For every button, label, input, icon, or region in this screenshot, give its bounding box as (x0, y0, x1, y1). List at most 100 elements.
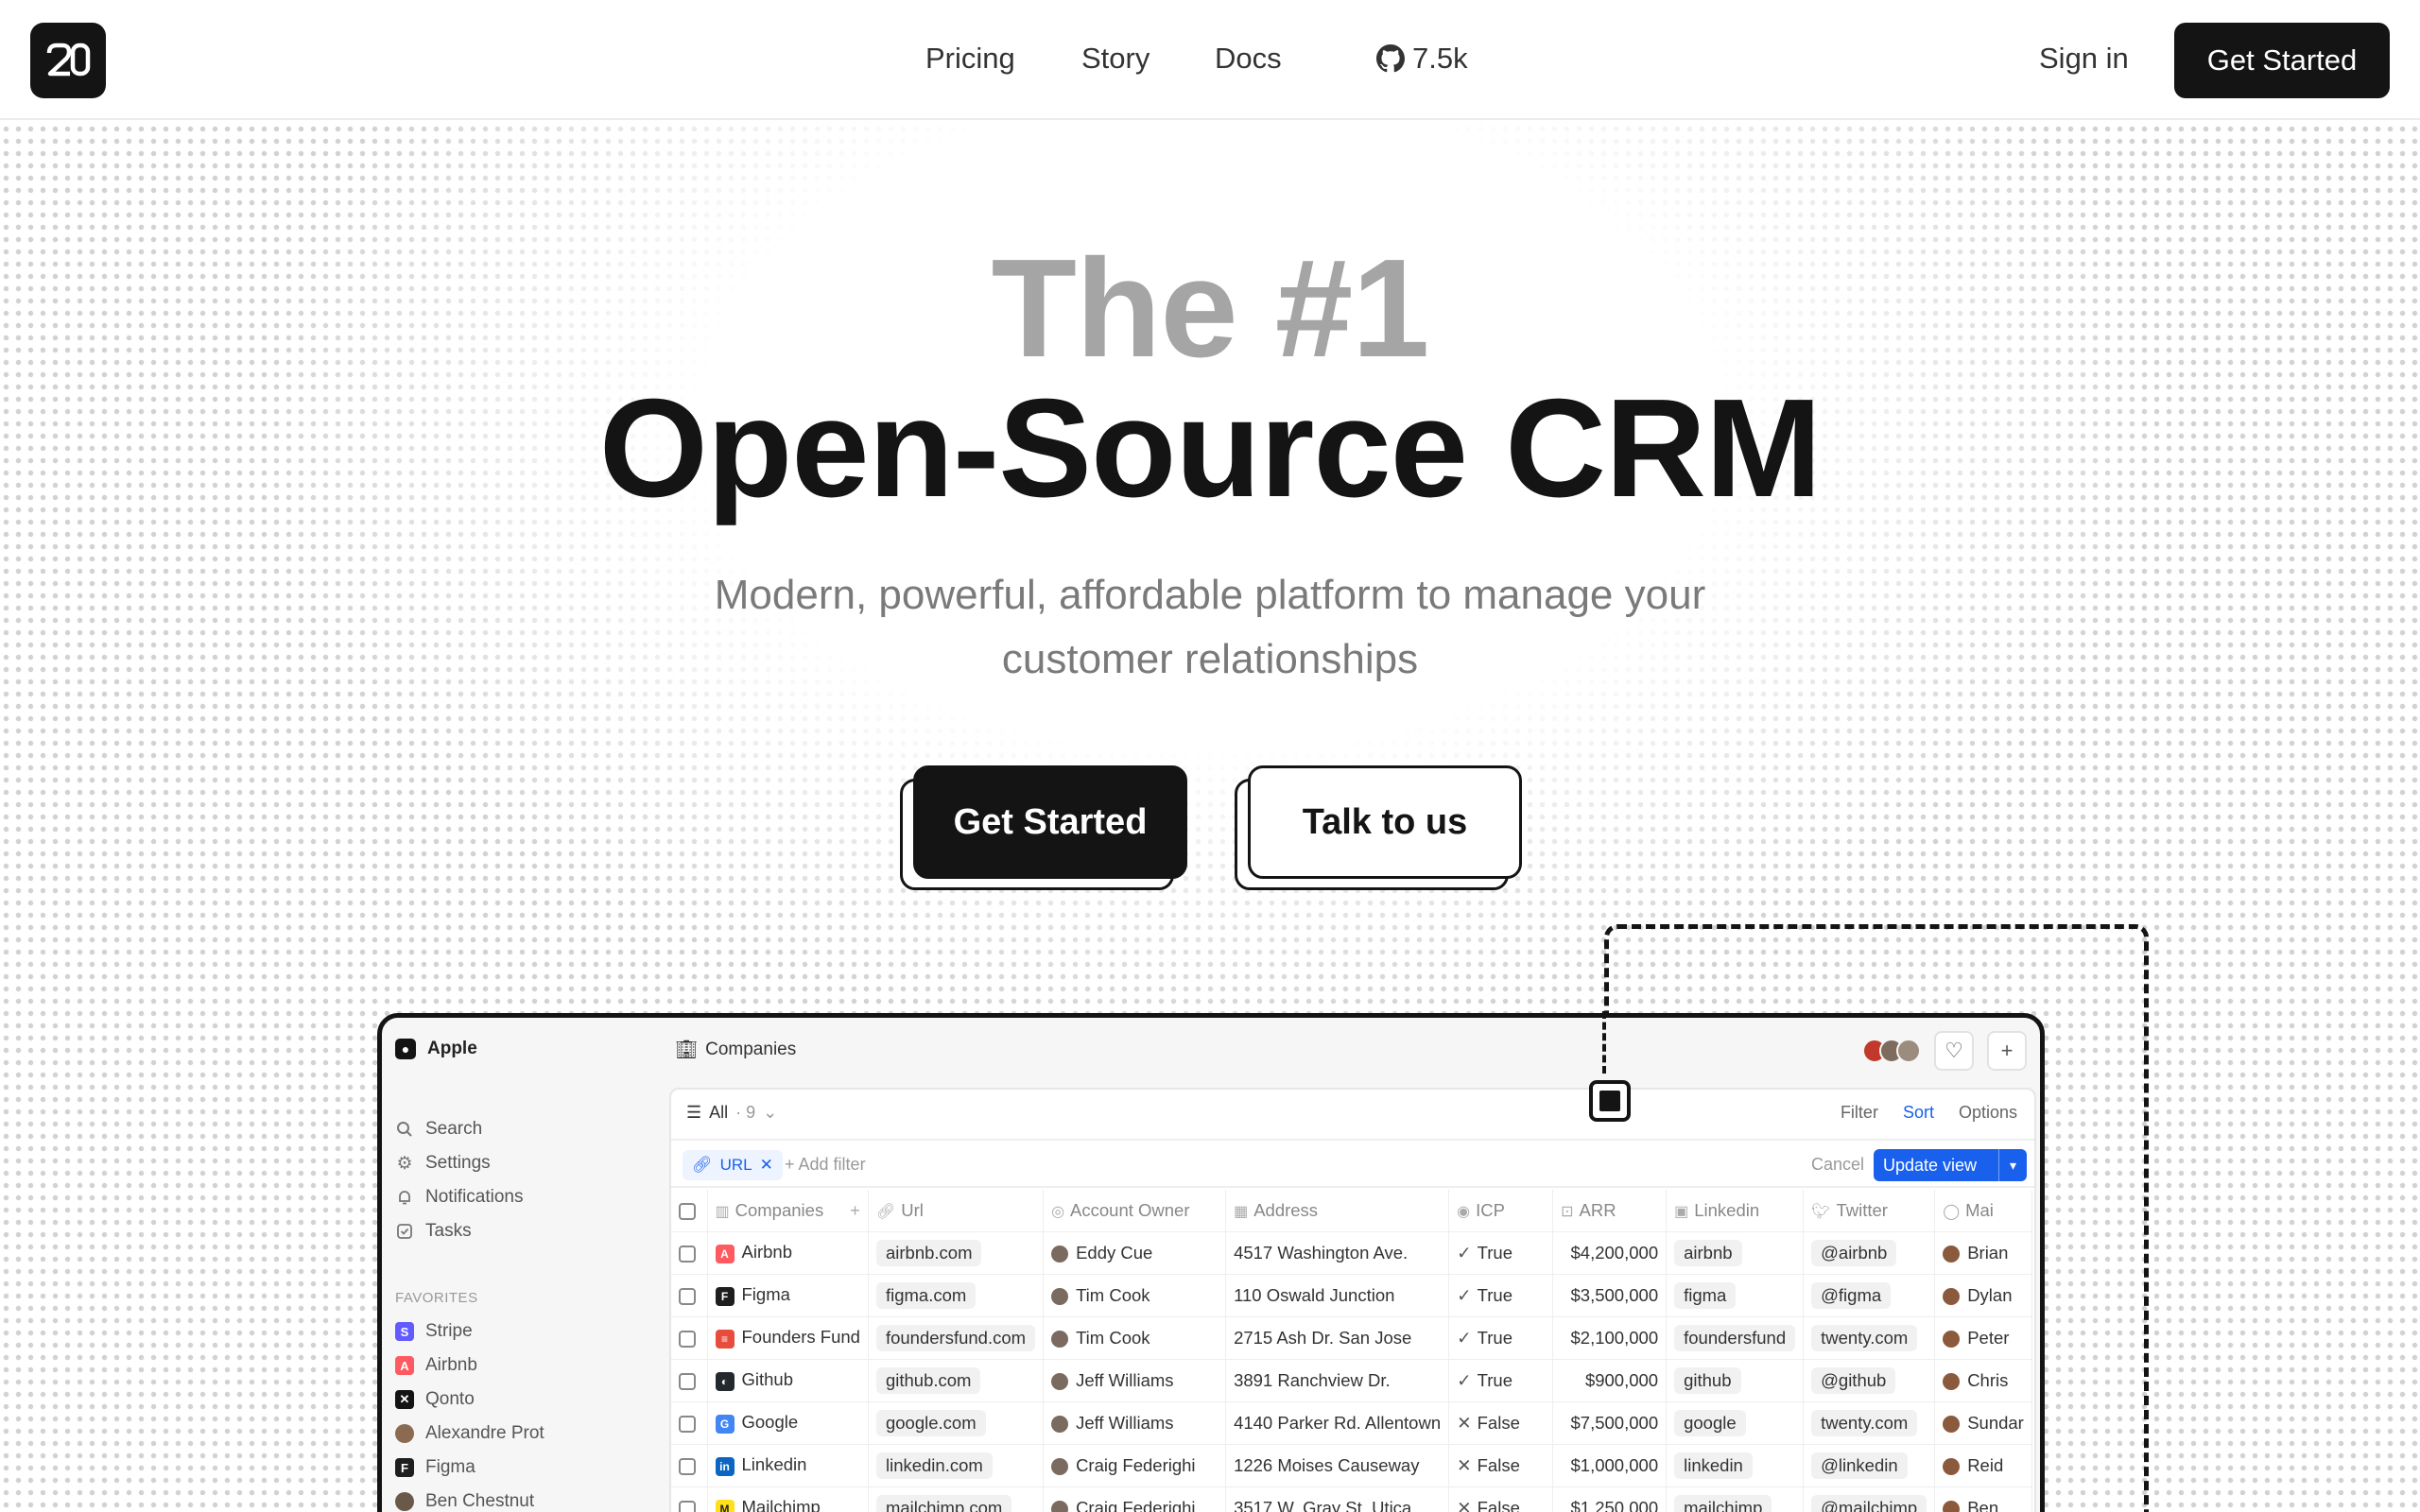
column-header-account-owner[interactable]: ◎ Account Owner (1043, 1190, 1227, 1232)
company-cell[interactable]: in Linkedin (707, 1444, 869, 1487)
select-all-checkbox[interactable] (671, 1190, 708, 1232)
chevron-down-icon[interactable]: ▾ (1998, 1149, 2027, 1181)
address-cell[interactable]: 110 Oswald Junction (1225, 1274, 1450, 1317)
arr-cell[interactable]: $7,500,000 (1552, 1401, 1668, 1445)
twitter-cell[interactable]: @airbnb (1803, 1231, 1936, 1275)
arr-cell[interactable]: $1,250,000 (1552, 1486, 1668, 1512)
view-picker[interactable]: ☰ All · 9 ⌄ (686, 1103, 777, 1123)
twitter-cell[interactable]: @mailchimp (1803, 1486, 1936, 1512)
workspace-switcher[interactable]: ● Apple (395, 1039, 477, 1059)
account-owner-cell[interactable]: Tim Cook (1043, 1274, 1227, 1317)
url-filter-chip[interactable]: 🔗︎ URL ✕ (683, 1150, 783, 1180)
sidebar-item-settings[interactable]: ⚙ Settings (395, 1149, 490, 1177)
table-row[interactable]: ≡ Founders Fund foundersfund.com Tim Cook 27… (671, 1316, 2032, 1360)
arr-cell[interactable]: $4,200,000 (1552, 1231, 1668, 1275)
table-row[interactable]: in Linkedin linkedin.com Craig Federighi 122… (671, 1444, 2032, 1487)
column-header-twitter[interactable]: 🐦︎ Twitter (1803, 1190, 1936, 1232)
main-contact-cell[interactable]: Chris (1934, 1359, 2032, 1402)
url-cell[interactable]: foundersfund.com (868, 1316, 1045, 1360)
main-contact-cell[interactable]: Dylan (1934, 1274, 2032, 1317)
company-cell[interactable]: A Airbnb (707, 1231, 869, 1275)
twitter-cell[interactable]: twenty.com (1803, 1401, 1936, 1445)
sidebar-item-tasks[interactable]: Tasks (395, 1217, 472, 1246)
icp-cell[interactable]: ✕ False (1448, 1401, 1554, 1445)
arr-cell[interactable]: $1,000,000 (1552, 1444, 1668, 1487)
icp-cell[interactable]: ✓ True (1448, 1359, 1554, 1402)
table-row[interactable]: A Airbnb airbnb.com Eddy Cue 4517 Washington… (671, 1231, 2032, 1275)
company-cell[interactable]: ≡ Founders Fund (707, 1316, 869, 1360)
icp-cell[interactable]: ✕ False (1448, 1486, 1554, 1512)
column-header-address[interactable]: ▦ Address (1225, 1190, 1450, 1232)
company-cell[interactable]: F Figma (707, 1274, 869, 1317)
icp-cell[interactable]: ✕ False (1448, 1444, 1554, 1487)
row-checkbox[interactable] (671, 1231, 708, 1275)
twitter-cell[interactable]: twenty.com (1803, 1316, 1936, 1360)
linkedin-cell[interactable]: linkedin (1666, 1444, 1805, 1487)
column-header-companies[interactable]: ▥ Companies + (707, 1190, 869, 1232)
table-row[interactable]: ◐ Github github.com Jeff Williams 3891 Ranch… (671, 1359, 2032, 1402)
table-row[interactable]: G Google google.com Jeff Williams 4140 Parke… (671, 1401, 2032, 1445)
main-contact-cell[interactable]: Brian (1934, 1231, 2032, 1275)
add-filter-button[interactable]: + Add filter (785, 1155, 866, 1175)
row-checkbox[interactable] (671, 1359, 708, 1402)
update-view-button[interactable]: Update view ▾ (1874, 1149, 2027, 1181)
url-cell[interactable]: linkedin.com (868, 1444, 1045, 1487)
cancel-button[interactable]: Cancel (1811, 1155, 1864, 1175)
url-cell[interactable]: figma.com (868, 1274, 1045, 1317)
linkedin-cell[interactable]: foundersfund (1666, 1316, 1805, 1360)
account-owner-cell[interactable]: Jeff Williams (1043, 1359, 1227, 1402)
sidebar-item-notifications[interactable]: Notifications (395, 1183, 524, 1211)
address-cell[interactable]: 1226 Moises Causeway (1225, 1444, 1450, 1487)
sort-button[interactable]: Sort (1903, 1103, 1934, 1123)
main-contact-cell[interactable]: Ben (1934, 1486, 2032, 1512)
company-cell[interactable]: ◐ Github (707, 1359, 869, 1402)
sidebar-item-search[interactable]: Search (395, 1115, 482, 1143)
favorite-item-person[interactable]: Alexandre Prot (395, 1419, 544, 1448)
collaborator-avatars[interactable] (1862, 1039, 1921, 1063)
icp-cell[interactable]: ✓ True (1448, 1231, 1554, 1275)
company-cell[interactable]: G Google (707, 1401, 869, 1445)
table-row[interactable]: M Mailchimp mailchimp.com Craig Federighi 35… (671, 1486, 2032, 1512)
row-checkbox[interactable] (671, 1274, 708, 1317)
talk-to-us-button[interactable]: Talk to us (1248, 765, 1522, 879)
twitter-cell[interactable]: @figma (1803, 1274, 1936, 1317)
sign-in-link[interactable]: Sign in (2039, 40, 2129, 77)
twitter-cell[interactable]: @github (1803, 1359, 1936, 1402)
arr-cell[interactable]: $2,100,000 (1552, 1316, 1668, 1360)
nav-link-story[interactable]: Story (1081, 40, 1150, 77)
icp-cell[interactable]: ✓ True (1448, 1316, 1554, 1360)
favorite-item-figma[interactable]: F Figma (395, 1453, 475, 1482)
close-icon[interactable]: ✕ (760, 1156, 773, 1175)
account-owner-cell[interactable]: Eddy Cue (1043, 1231, 1227, 1275)
main-contact-cell[interactable]: Sundar (1934, 1401, 2032, 1445)
header-get-started-button[interactable]: Get Started (2174, 23, 2390, 98)
linkedin-cell[interactable]: google (1666, 1401, 1805, 1445)
add-button[interactable]: + (1987, 1031, 2027, 1071)
linkedin-cell[interactable]: github (1666, 1359, 1805, 1402)
table-row[interactable]: F Figma figma.com Tim Cook 110 Oswald Juncti… (671, 1274, 2032, 1317)
github-stars-link[interactable]: 7.5k (1376, 40, 1468, 77)
url-cell[interactable]: mailchimp.com (868, 1486, 1045, 1512)
column-header-icp[interactable]: ◉ ICP (1448, 1190, 1554, 1232)
address-cell[interactable]: 3517 W. Gray St. Utica (1225, 1486, 1450, 1512)
linkedin-cell[interactable]: figma (1666, 1274, 1805, 1317)
arr-cell[interactable]: $900,000 (1552, 1359, 1668, 1402)
company-cell[interactable]: M Mailchimp (707, 1486, 869, 1512)
url-cell[interactable]: github.com (868, 1359, 1045, 1402)
favorite-item-stripe[interactable]: S Stripe (395, 1317, 473, 1346)
favorite-item-qonto[interactable]: ✕ Qonto (395, 1385, 475, 1414)
address-cell[interactable]: 4140 Parker Rd. Allentown (1225, 1401, 1450, 1445)
account-owner-cell[interactable]: Craig Federighi (1043, 1444, 1227, 1487)
linkedin-cell[interactable]: airbnb (1666, 1231, 1805, 1275)
filter-button[interactable]: Filter (1841, 1103, 1878, 1123)
options-button[interactable]: Options (1959, 1103, 2017, 1123)
column-header-main-contact[interactable]: ◯ Mai (1934, 1190, 2032, 1232)
row-checkbox[interactable] (671, 1444, 708, 1487)
favorite-item-person[interactable]: Ben Chestnut (395, 1487, 534, 1512)
column-header-url[interactable]: 🔗︎ Url (868, 1190, 1045, 1232)
twenty-logo[interactable] (30, 23, 106, 98)
nav-link-pricing[interactable]: Pricing (925, 40, 1015, 77)
url-cell[interactable]: airbnb.com (868, 1231, 1045, 1275)
column-header-linkedin[interactable]: ▣ Linkedin (1666, 1190, 1805, 1232)
twitter-cell[interactable]: @linkedin (1803, 1444, 1936, 1487)
